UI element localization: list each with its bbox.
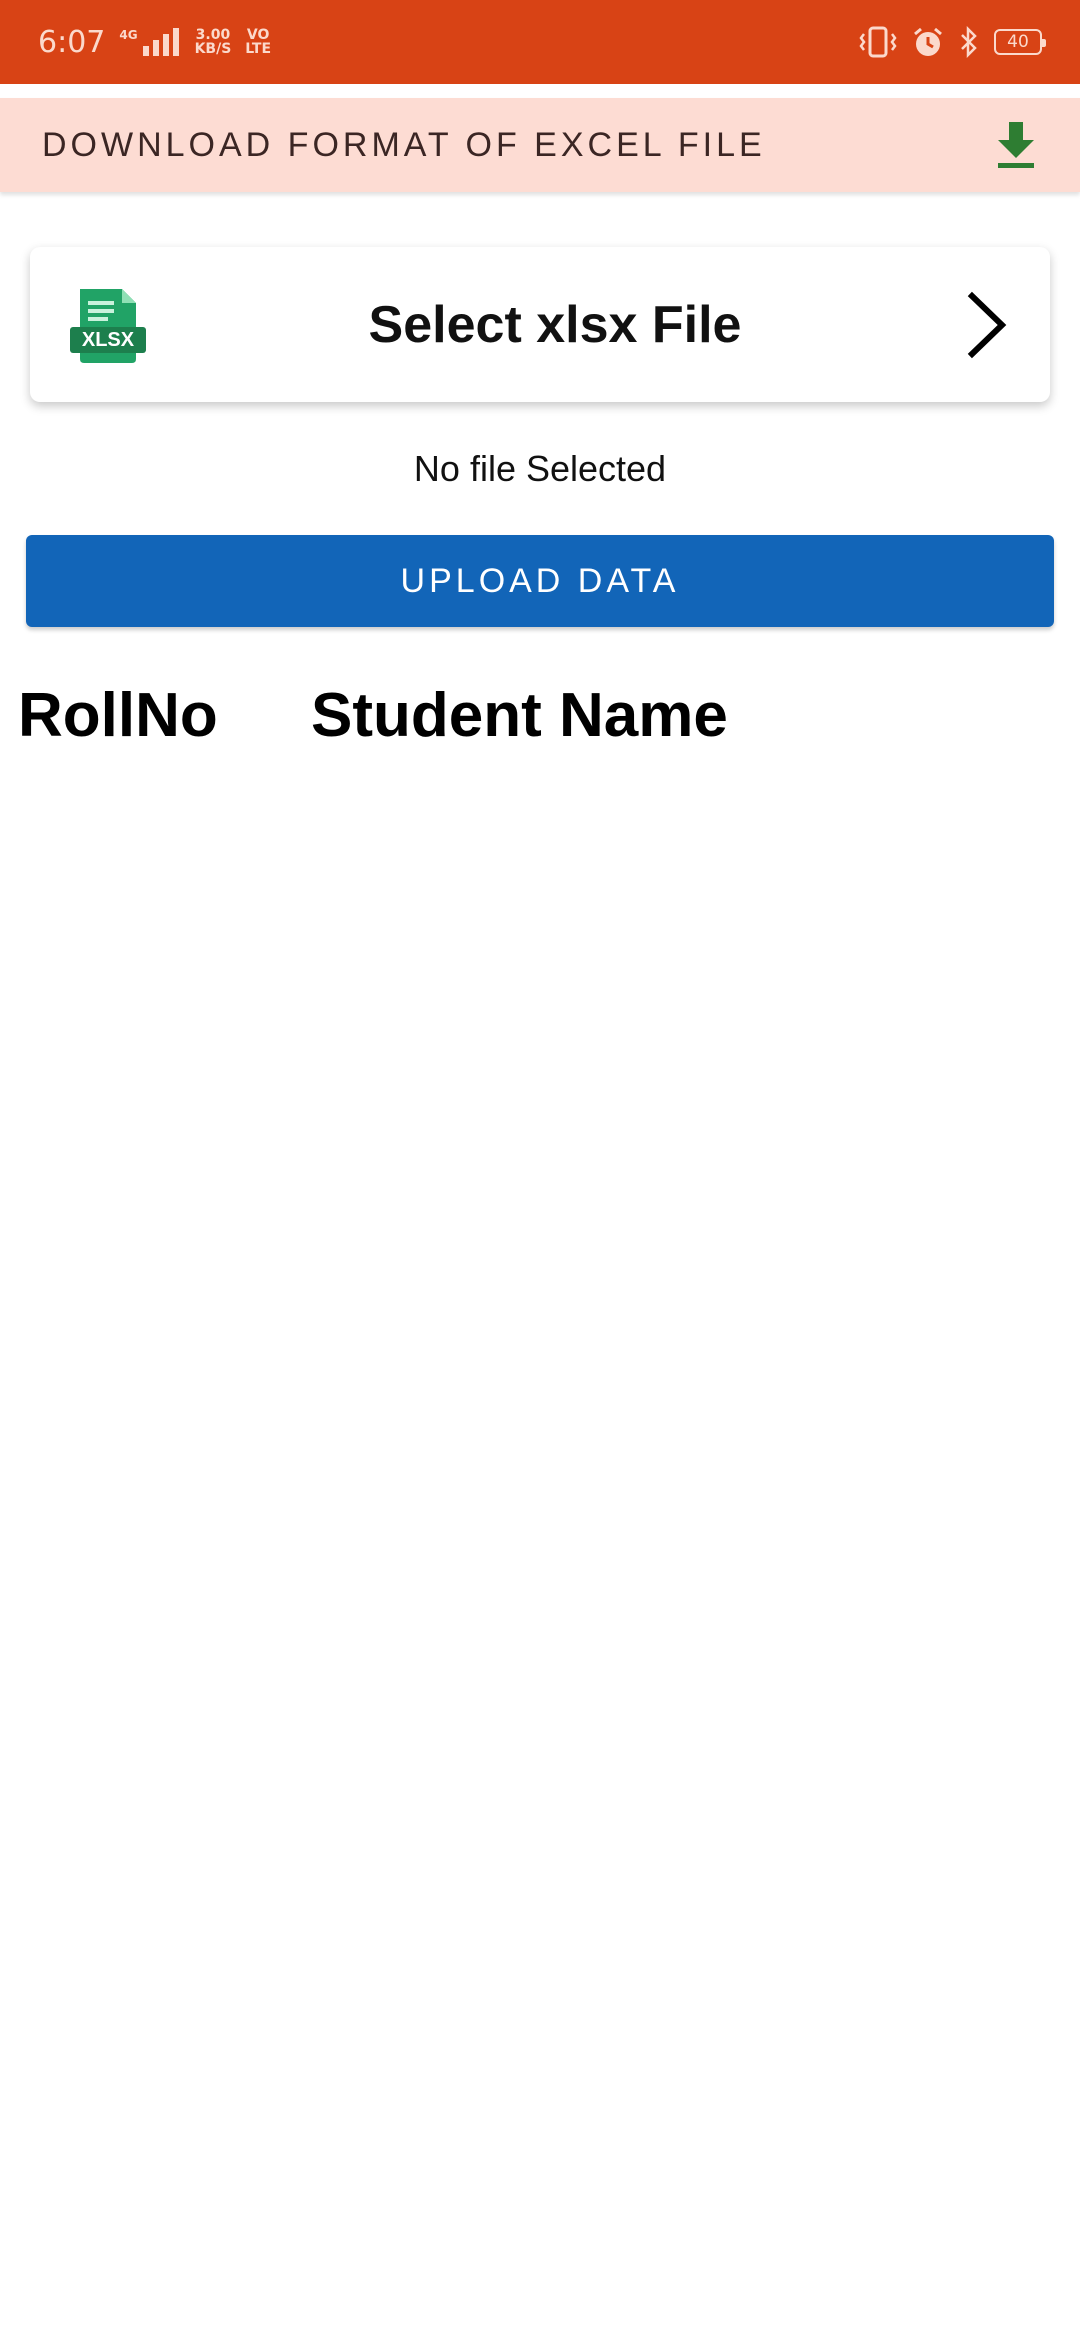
data-speed-unit: KB/S	[194, 41, 232, 57]
download-format-button[interactable]: DOWNLOAD FORMAT OF EXCEL FILE	[0, 98, 1080, 192]
battery-level: 40	[1007, 32, 1029, 52]
vibrate-icon	[859, 26, 897, 58]
network-indicator: 4G	[119, 28, 180, 56]
chevron-right-icon	[967, 291, 1007, 358]
file-status-text: No file Selected	[413, 448, 667, 489]
xlsx-file-icon: XLSX	[70, 288, 146, 363]
status-bar: 6:07 4G 3.00 KB/S VO LTE 40	[0, 0, 1080, 84]
alarm-icon	[914, 27, 942, 56]
column-header-student-name: Student Name	[311, 681, 728, 750]
status-right: 40	[858, 26, 1046, 58]
select-file-label: Select xlsx File	[368, 295, 742, 354]
download-format-label: DOWNLOAD FORMAT OF EXCEL FILE	[42, 125, 766, 164]
status-time: 6:07	[38, 24, 106, 60]
data-speed: 3.00 KB/S	[195, 28, 232, 56]
volte-bottom: LTE	[245, 41, 272, 57]
status-left: 6:07 4G 3.00 KB/S VO LTE	[38, 25, 858, 60]
battery-icon: 40	[994, 29, 1046, 55]
upload-data-button[interactable]: UPLOAD DATA	[26, 535, 1054, 627]
select-xlsx-file-button[interactable]: XLSX Select xlsx File	[30, 247, 1050, 402]
xlsx-icon-label: XLSX	[82, 329, 135, 351]
network-type: 4G	[119, 28, 138, 42]
bluetooth-icon	[961, 26, 977, 58]
table-header: RollNo Student Name	[0, 680, 1080, 760]
signal-icon	[142, 28, 179, 56]
column-header-rollno: RollNo	[18, 681, 218, 750]
download-icon[interactable]	[994, 120, 1038, 170]
volte-indicator: VO LTE	[245, 28, 271, 56]
